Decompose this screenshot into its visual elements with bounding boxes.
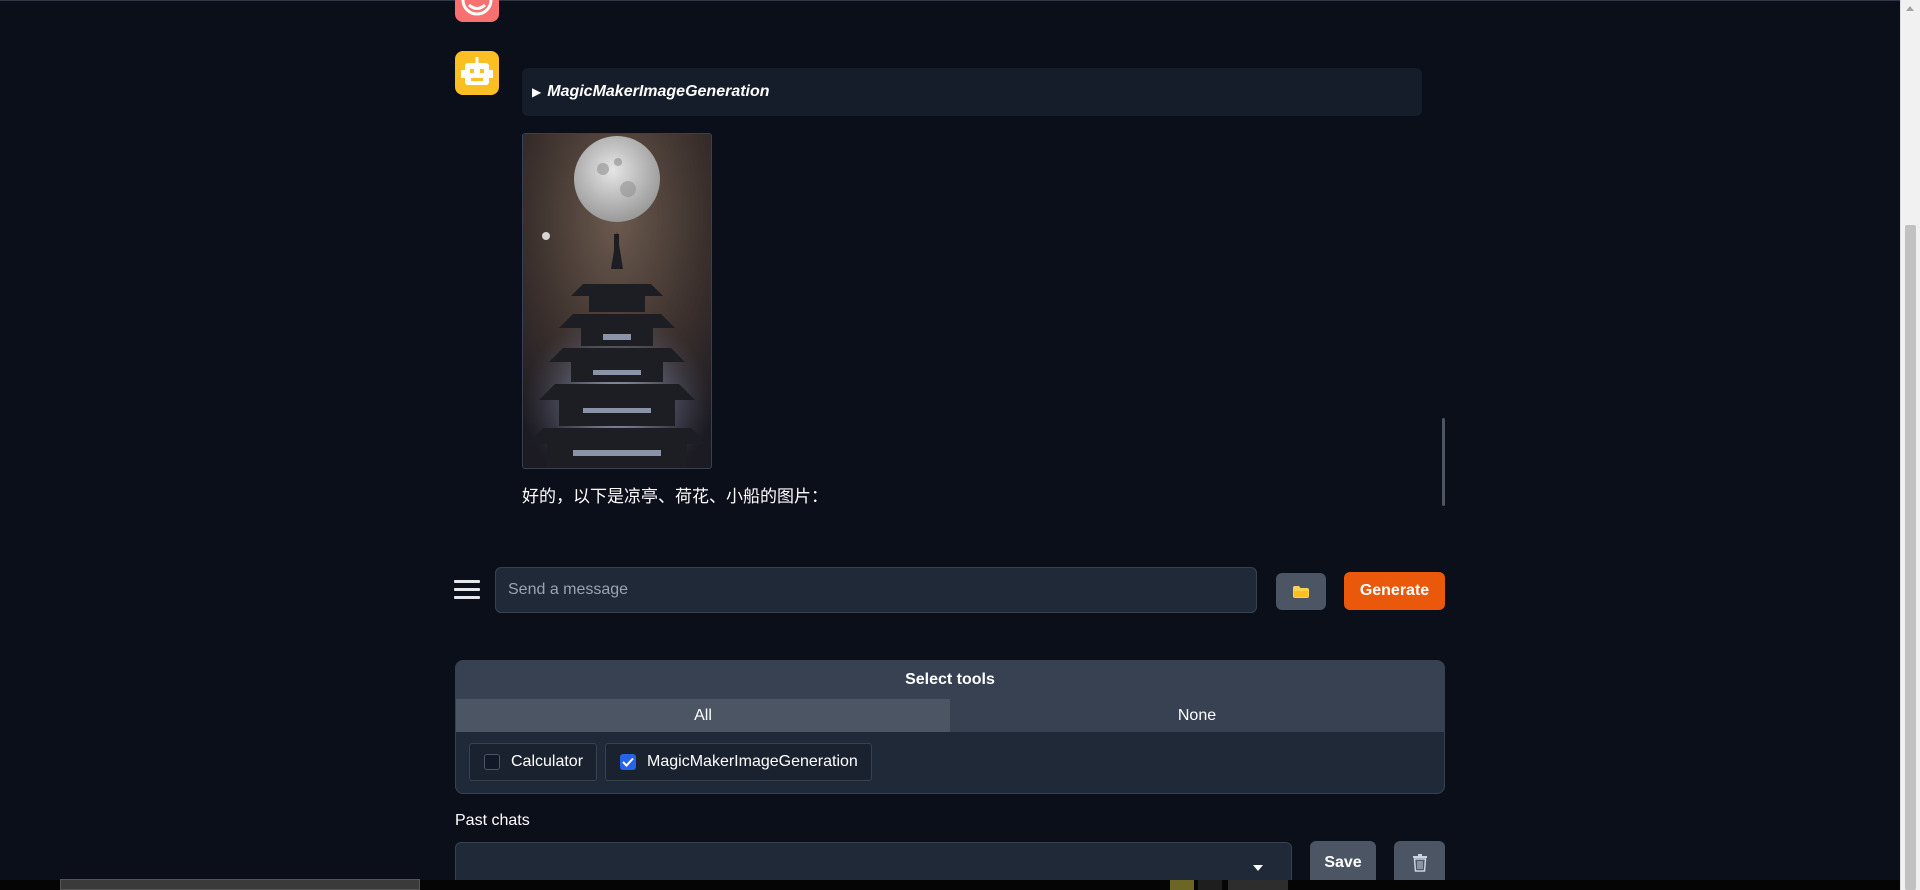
checkmark-icon: [622, 757, 634, 767]
tool-option-magicmaker[interactable]: MagicMakerImageGeneration: [605, 743, 872, 781]
generate-button[interactable]: Generate: [1344, 572, 1445, 610]
tool-options: Calculator MagicMakerImageGeneration: [456, 732, 1444, 781]
tool-option-calculator[interactable]: Calculator: [469, 743, 598, 781]
select-tools-title: Select tools: [456, 661, 1444, 699]
calculator-checkbox[interactable]: [484, 754, 500, 770]
select-none-button[interactable]: None: [950, 699, 1444, 732]
upload-button[interactable]: [1276, 573, 1326, 610]
tool-call-details[interactable]: ▶ MagicMakerImageGeneration: [522, 68, 1422, 116]
expand-triangle-icon: ▶: [532, 85, 542, 99]
folder-icon: [1293, 585, 1309, 598]
taskbar-app[interactable]: [1228, 880, 1288, 890]
assistant-reply-text: 好的，以下是凉亭、荷花、小船的图片：: [522, 487, 828, 506]
hamburger-icon[interactable]: [454, 576, 480, 602]
user-avatar: [455, 0, 499, 22]
taskbar-app[interactable]: [1170, 880, 1194, 890]
select-all-button[interactable]: All: [456, 699, 950, 732]
magicmaker-checkbox[interactable]: [620, 754, 637, 770]
scroll-up-arrow-icon[interactable]: [1906, 6, 1914, 11]
bot-avatar: [455, 51, 499, 95]
generated-image[interactable]: [522, 133, 712, 469]
taskbar-window[interactable]: [60, 879, 420, 890]
tool-option-label: MagicMakerImageGeneration: [647, 753, 858, 770]
page-scrollbar[interactable]: [1900, 0, 1920, 890]
select-tools-tabs: All None: [456, 699, 1444, 732]
trash-icon: [1412, 853, 1427, 872]
page-scrollbar-thumb[interactable]: [1905, 225, 1916, 890]
chat-scrollbar[interactable]: [1442, 418, 1445, 506]
tool-call-label: MagicMakerImageGeneration: [547, 83, 770, 100]
taskbar-app[interactable]: [1198, 880, 1222, 890]
past-chats-label: Past chats: [455, 812, 530, 829]
top-border: [0, 0, 1920, 1]
chevron-down-icon: [1253, 865, 1263, 871]
select-tools-panel: Select tools All None Calculator MagicMa…: [455, 660, 1445, 794]
message-input[interactable]: [495, 567, 1257, 613]
tool-option-label: Calculator: [511, 753, 584, 770]
